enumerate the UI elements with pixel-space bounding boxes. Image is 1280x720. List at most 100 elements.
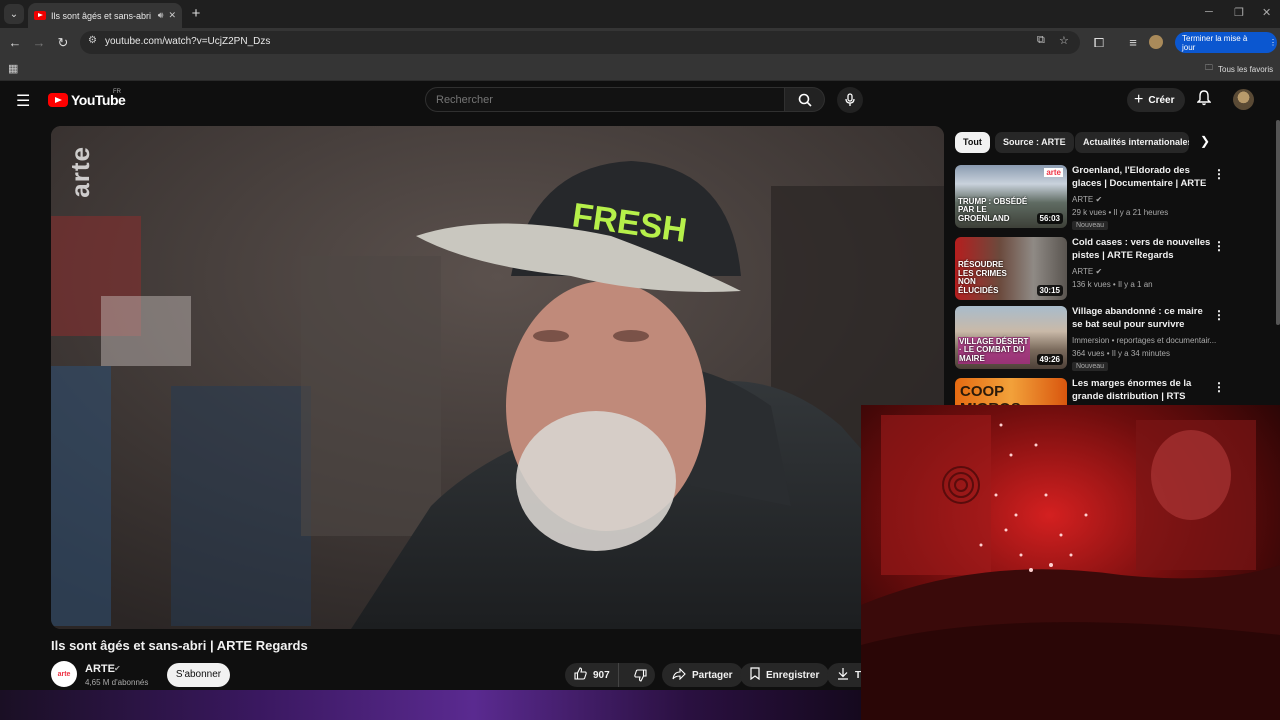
recommendation-item[interactable]: arte TRUMP : OBSÉDÉ PAR LE GROENLAND 56:… bbox=[955, 165, 1277, 230]
thumbnail-caption: RÉSOUDRE LES CRIMES NON ÉLUCIDÉS bbox=[958, 260, 1007, 295]
video-duration: 49:26 bbox=[1036, 354, 1063, 365]
youtube-play-logo-icon bbox=[48, 93, 68, 107]
tab-title: Ils sont âgés et sans-abri | ARTE bbox=[51, 10, 153, 21]
recommendation-channel[interactable]: ARTE ✔ bbox=[1072, 195, 1102, 204]
channel-name[interactable]: ARTE bbox=[85, 663, 115, 675]
update-label: Terminer la mise à jour bbox=[1182, 33, 1248, 52]
chip-international-news[interactable]: Actualités internationales bbox=[1075, 132, 1189, 153]
video-title: Ils sont âgés et sans-abri | ARTE Regard… bbox=[51, 638, 308, 653]
channel-avatar[interactable]: arte bbox=[51, 661, 77, 687]
search-input[interactable] bbox=[436, 94, 776, 106]
browser-tab-bar: ⌄ Ils sont âgés et sans-abri | ARTE 🔊︎ ✕… bbox=[0, 0, 1280, 28]
site-info-icon[interactable]: ⚙︎ bbox=[88, 35, 97, 46]
recommendation-item[interactable]: COOP MIGROS Les marges énormes de la gra… bbox=[955, 378, 1277, 405]
share-button[interactable]: Partager bbox=[662, 663, 743, 687]
speaker-icon[interactable]: 🔊︎ bbox=[158, 10, 164, 21]
active-tab[interactable]: Ils sont âgés et sans-abri | ARTE 🔊︎ ✕ bbox=[28, 3, 182, 28]
address-bar[interactable]: ⚙︎ youtube.com/watch?v=UcjZ2PN_Dzs ⧉ ☆ bbox=[80, 31, 1080, 54]
new-tab-button[interactable]: + bbox=[188, 5, 204, 22]
video-duration: 30:15 bbox=[1036, 285, 1063, 296]
video-thumbnail[interactable]: arte TRUMP : OBSÉDÉ PAR LE GROENLAND 56:… bbox=[955, 165, 1067, 228]
description-preview-image bbox=[0, 690, 861, 720]
reading-list-icon[interactable]: ≡ bbox=[1123, 33, 1143, 53]
new-badge: Nouveau bbox=[1072, 362, 1109, 371]
reload-icon[interactable]: ↻ bbox=[53, 33, 73, 53]
video-thumbnail[interactable]: VILLAGE DÉSERT · LE COMBAT DU MAIRE 49:2… bbox=[955, 306, 1067, 369]
update-button[interactable]: Terminer la mise à jour ⋮ bbox=[1175, 32, 1277, 53]
verified-check-icon: ✔ bbox=[114, 664, 121, 673]
recommendation-title[interactable]: Les marges énormes de la grande distribu… bbox=[1072, 378, 1212, 404]
video-player[interactable]: FRESH arte bbox=[51, 126, 944, 629]
page-scrollbar[interactable] bbox=[1276, 120, 1280, 325]
recommendation-item[interactable]: VILLAGE DÉSERT · LE COMBAT DU MAIRE 49:2… bbox=[955, 306, 1277, 371]
recommendation-channel[interactable]: Immersion • reportages et documentair... bbox=[1072, 336, 1216, 345]
subscriber-count: 4,65 M d'abonnés bbox=[85, 678, 149, 687]
tab-search-button[interactable]: ⌄ bbox=[4, 4, 24, 24]
video-thumbnail[interactable]: COOP MIGROS bbox=[955, 378, 1067, 405]
thumbnail-caption: TRUMP : OBSÉDÉ PAR LE GROENLAND bbox=[958, 196, 1028, 223]
plus-icon: + bbox=[1134, 91, 1144, 108]
profile-avatar[interactable] bbox=[1149, 35, 1163, 49]
window-close-icon[interactable]: ✕ bbox=[1262, 6, 1271, 19]
search-icon bbox=[798, 93, 812, 107]
chevron-right-icon[interactable]: ❯ bbox=[1200, 134, 1210, 148]
chip-all[interactable]: Tout bbox=[955, 132, 990, 153]
chip-source-arte[interactable]: Source : ARTE bbox=[995, 132, 1074, 153]
recommendation-meta: 136 k vues • Il y a 1 an bbox=[1072, 280, 1153, 289]
share-label: Partager bbox=[692, 669, 733, 681]
save-button[interactable]: Enregistrer bbox=[740, 663, 830, 687]
video-duration: 56:03 bbox=[1036, 213, 1063, 224]
more-vert-icon[interactable]: ⋮ bbox=[1213, 167, 1225, 181]
dislike-button[interactable] bbox=[625, 665, 655, 685]
share-arrow-icon bbox=[672, 667, 686, 683]
all-bookmarks-label: Tous les favoris bbox=[1218, 64, 1274, 74]
video-frame-image: FRESH bbox=[51, 126, 944, 629]
more-vert-icon[interactable]: ⋮ bbox=[1213, 380, 1225, 394]
search-button[interactable] bbox=[785, 87, 825, 112]
url-text[interactable]: youtube.com/watch?v=UcjZ2PN_Dzs bbox=[105, 36, 270, 47]
apps-grid-icon[interactable]: ▦ bbox=[8, 62, 18, 75]
recommendation-title[interactable]: Cold cases : vers de nouvelles pistes | … bbox=[1072, 237, 1212, 263]
recommendation-title[interactable]: Village abandonné : ce maire se bat seul… bbox=[1072, 306, 1212, 332]
download-button[interactable]: Té bbox=[827, 663, 861, 687]
notifications-bell-icon[interactable] bbox=[1196, 90, 1212, 109]
create-button[interactable]: + Créer bbox=[1127, 88, 1185, 112]
minimize-icon[interactable]: ─ bbox=[1205, 6, 1213, 18]
all-bookmarks-button[interactable]: 🗀︎ Tous les favoris bbox=[1205, 62, 1273, 76]
search-box[interactable] bbox=[425, 87, 785, 112]
user-avatar[interactable] bbox=[1233, 89, 1254, 110]
recommendation-channel[interactable]: ARTE ✔ bbox=[1072, 267, 1102, 276]
more-vert-icon[interactable]: ⋮ bbox=[1269, 38, 1277, 47]
subscribe-button[interactable]: S'abonner bbox=[167, 663, 230, 687]
extensions-icon[interactable]: ⧠ bbox=[1089, 33, 1109, 53]
bookmark-star-icon[interactable]: ☆ bbox=[1059, 34, 1069, 47]
bookmarks-bar: ▦ 🗀︎ Tous les favoris bbox=[0, 57, 1280, 81]
close-tab-icon[interactable]: ✕ bbox=[168, 10, 176, 21]
restore-icon[interactable]: ❐ bbox=[1234, 6, 1244, 19]
back-icon[interactable]: ← bbox=[5, 33, 25, 53]
country-code: FR bbox=[113, 89, 121, 95]
recommendation-meta: 29 k vues • Il y a 21 heures bbox=[1072, 208, 1169, 217]
recommendation-meta: 364 vues • Il y a 34 minutes bbox=[1072, 349, 1170, 358]
recommendation-item[interactable]: RÉSOUDRE LES CRIMES NON ÉLUCIDÉS 30:15 C… bbox=[955, 237, 1277, 301]
install-app-icon[interactable]: ⧉ bbox=[1037, 34, 1045, 47]
forward-icon[interactable]: → bbox=[29, 33, 49, 53]
recommendation-title[interactable]: Groenland, l'Eldorado des glaces | Docum… bbox=[1072, 165, 1212, 191]
like-dislike-group: 907 bbox=[565, 663, 655, 687]
webcam-overlay bbox=[861, 405, 1280, 720]
hamburger-menu-icon[interactable]: ☰ bbox=[16, 91, 30, 111]
microphone-icon bbox=[845, 93, 855, 106]
create-label: Créer bbox=[1148, 94, 1175, 106]
youtube-favicon-icon bbox=[34, 11, 46, 20]
voice-search-button[interactable] bbox=[837, 87, 863, 113]
verified-check-icon: ✔ bbox=[1095, 267, 1103, 276]
new-badge: Nouveau bbox=[1072, 221, 1109, 230]
like-count: 907 bbox=[593, 669, 610, 681]
more-vert-icon[interactable]: ⋮ bbox=[1213, 239, 1225, 253]
thumbs-up-icon bbox=[574, 667, 587, 683]
like-button[interactable]: 907 bbox=[565, 663, 620, 687]
video-thumbnail[interactable]: RÉSOUDRE LES CRIMES NON ÉLUCIDÉS 30:15 bbox=[955, 237, 1067, 300]
folder-icon: 🗀︎ bbox=[1205, 63, 1213, 72]
bookmark-icon bbox=[750, 667, 760, 683]
more-vert-icon[interactable]: ⋮ bbox=[1213, 308, 1225, 322]
